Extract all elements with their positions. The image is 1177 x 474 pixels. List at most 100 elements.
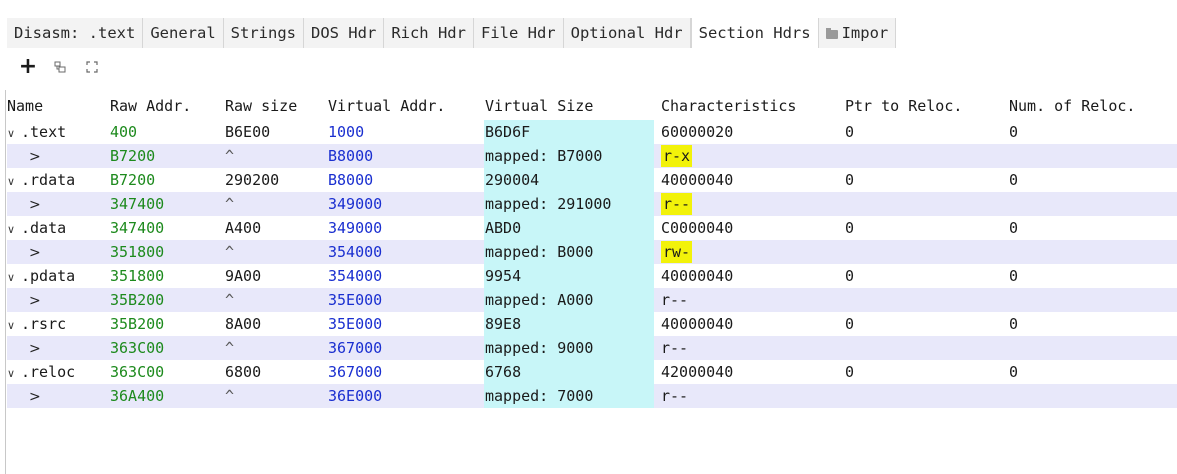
cell-characteristics: r-- [661, 384, 688, 408]
chevron-down-icon[interactable]: ∨ [7, 218, 21, 242]
cell-raw-addr: B7200 [110, 171, 156, 189]
header-col-raw-addr[interactable]: Raw Addr. [110, 92, 191, 120]
chevron-down-icon[interactable]: ∨ [7, 314, 21, 338]
header-col-name[interactable]: Name [7, 92, 43, 120]
copy-icon [54, 61, 66, 73]
access-flags: r-- [661, 193, 693, 215]
cell-raw-addr: 35B200 [110, 291, 165, 309]
cell-virtual-addr: 35E000 [328, 291, 383, 309]
header-col-num-reloc[interactable]: Num. of Reloc. [1009, 92, 1135, 120]
toolbar: + [12, 55, 108, 79]
mapped-row[interactable]: >363C00 ^ 367000 mapped: 9000 r-- [7, 336, 1177, 360]
expand-arrow-icon[interactable]: > [29, 389, 41, 405]
section-row[interactable]: ∨ .data 347400 A400 349000 ABD0 C0000040 0 0 [7, 216, 1177, 240]
tab-strings[interactable]: Strings [223, 18, 304, 48]
tab-rich-hdr[interactable]: Rich Hdr [384, 18, 474, 48]
cell-characteristics: 42000040 [661, 360, 733, 384]
tab-label: Impor [841, 24, 889, 42]
expand-icon [86, 61, 98, 73]
cell-ptr-reloc: 0 [845, 267, 855, 285]
chevron-down-icon[interactable]: ∨ [7, 266, 21, 290]
tab-disasm-text[interactable]: Disasm: .text [7, 18, 144, 48]
cell-virtual-size: mapped: A000 [485, 291, 594, 309]
characteristics-value: 60000020 [661, 123, 734, 141]
section-row[interactable]: ∨ .rdata B7200 290200 B8000 290004 40000040 0 0 [7, 168, 1177, 192]
tab-dos-hdr[interactable]: DOS Hdr [303, 18, 385, 48]
tab-impor[interactable]: Impor [818, 18, 897, 48]
cell-num-reloc: 0 [1009, 123, 1019, 141]
table-body: ∨ .text 400 B6E00 1000 B6D6F 60000020 0 0 > B7200 ^… [7, 120, 1177, 408]
tab-optional-hdr[interactable]: Optional Hdr [563, 18, 691, 48]
cell-raw-addr: 347400 [110, 219, 165, 237]
cell-ptr-reloc: 0 [845, 171, 855, 189]
cell-name: ∨ .pdata [7, 264, 75, 288]
cell-virtual-size: 89E8 [485, 315, 522, 333]
cell-raw-size: ^ [225, 147, 235, 165]
chevron-down-icon[interactable]: ∨ [7, 122, 21, 146]
expand-arrow-icon[interactable]: > [29, 245, 41, 261]
tab-file-hdr[interactable]: File Hdr [473, 18, 564, 48]
section-row[interactable]: ∨ .pdata 351800 9A00 354000 9954 40000040 0 0 [7, 264, 1177, 288]
cell-num-reloc: 0 [1009, 219, 1019, 237]
cell-virtual-addr: 367000 [328, 363, 383, 381]
header-col-virtual-addr[interactable]: Virtual Addr. [328, 92, 445, 120]
header-col-virtual-size[interactable]: Virtual Size [485, 92, 593, 120]
section-name: .reloc [21, 363, 76, 381]
mapped-row[interactable]: > B7200 ^ B8000 mapped: B7000 r-x [7, 144, 1177, 168]
cell-name: ∨ .rsrc [7, 312, 66, 336]
section-row[interactable]: ∨ .rsrc 35B200 8A00 35E000 89E8 40000040 0 0 [7, 312, 1177, 336]
header-col-raw-size[interactable]: Raw size [225, 92, 297, 120]
chevron-down-icon[interactable]: ∨ [7, 170, 21, 194]
characteristics-value: 40000040 [661, 267, 734, 285]
tab-label: DOS Hdr [310, 24, 377, 42]
expand-arrow-icon[interactable]: > [29, 197, 41, 213]
header-col-ptr-reloc[interactable]: Ptr to Reloc. [845, 92, 962, 120]
expand-button[interactable] [76, 55, 108, 79]
mapped-row[interactable]: >36A400 ^ 36E000 mapped: 7000 r-- [7, 384, 1177, 408]
section-row[interactable]: ∨ .text 400 B6E00 1000 B6D6F 60000020 0 0 [7, 120, 1177, 144]
cell-num-reloc: 0 [1009, 315, 1019, 333]
header-col-characteristics[interactable]: Characteristics [661, 92, 796, 120]
cell-raw-addr: 400 [110, 123, 138, 141]
access-flags: r-- [661, 339, 689, 357]
cell-virtual-addr: 354000 [328, 243, 383, 261]
cell-virtual-addr: 35E000 [328, 315, 383, 333]
mapped-row[interactable]: >35B200 ^ 35E000 mapped: A000 r-- [7, 288, 1177, 312]
folder-icon [825, 28, 838, 39]
tab-general[interactable]: General [143, 18, 224, 48]
cell-name: > [29, 336, 41, 360]
cell-name: > [29, 144, 41, 168]
cell-characteristics: r-- [661, 336, 688, 360]
cell-virtual-size: 290004 [485, 171, 540, 189]
cell-ptr-reloc: 0 [845, 363, 855, 381]
cell-name: > [29, 384, 41, 408]
cell-characteristics: r-x [661, 144, 693, 168]
expand-arrow-icon[interactable]: > [29, 149, 41, 165]
cell-raw-size: 6800 [225, 363, 262, 381]
cell-raw-size: ^ [225, 291, 235, 309]
cell-virtual-size: ABD0 [485, 219, 522, 237]
cell-raw-size: 290200 [225, 171, 280, 189]
plus-icon: + [18, 54, 38, 79]
expand-arrow-icon[interactable]: > [29, 293, 41, 309]
section-row[interactable]: ∨ .reloc 363C00 6800 367000 6768 42000040 0 0 [7, 360, 1177, 384]
expand-arrow-icon[interactable]: > [29, 341, 41, 357]
cell-raw-addr: 36A400 [110, 387, 165, 405]
access-flags: r-x [661, 145, 693, 167]
cell-raw-size: A400 [225, 219, 262, 237]
tab-bar: Disasm: .text General Strings DOS Hdr Rich H… [7, 18, 897, 48]
cell-raw-size: B6E00 [225, 123, 271, 141]
cell-characteristics: 40000040 [661, 168, 733, 192]
cell-virtual-addr: 349000 [328, 195, 383, 213]
tab-section-hdrs[interactable]: Section Hdrs [690, 18, 819, 48]
add-button[interactable]: + [12, 55, 44, 79]
mapped-row[interactable]: >351800 ^ 354000 mapped: B000 rw- [7, 240, 1177, 264]
cell-virtual-addr: B8000 [328, 147, 374, 165]
mapped-row[interactable]: >347400 ^ 349000 mapped: 291000 r-- [7, 192, 1177, 216]
cell-characteristics: 40000040 [661, 264, 733, 288]
tab-label: Disasm: .text [14, 24, 136, 42]
cell-num-reloc: 0 [1009, 171, 1019, 189]
chevron-down-icon[interactable]: ∨ [7, 362, 21, 386]
cell-virtual-addr: 36E000 [328, 387, 383, 405]
copy-button[interactable] [44, 55, 76, 79]
